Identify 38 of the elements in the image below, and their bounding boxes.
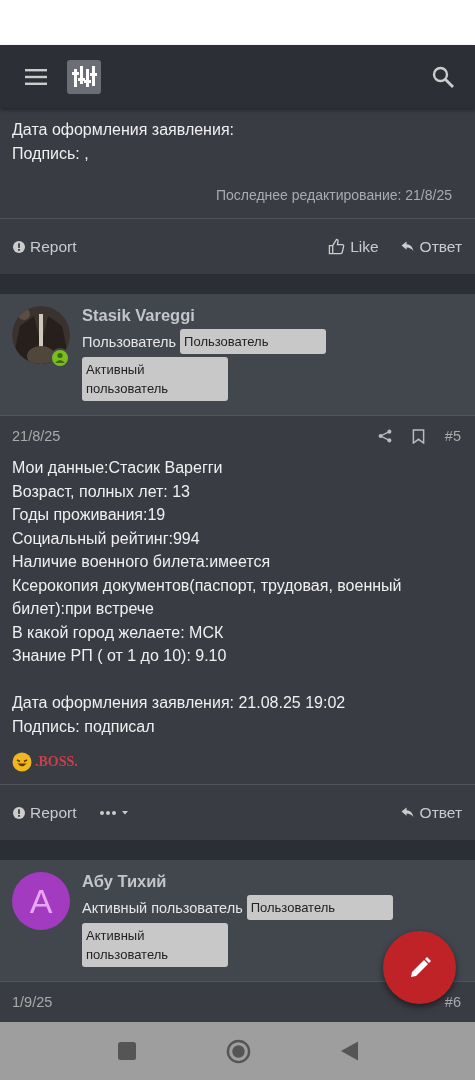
search-icon[interactable]: [431, 64, 455, 89]
user-banner: Пользователь: [246, 895, 393, 920]
alert-icon: [13, 806, 25, 819]
user-title: Пользователь: [82, 333, 177, 350]
like-link[interactable]: Like: [328, 237, 379, 256]
reply-link[interactable]: Ответ: [400, 237, 462, 256]
username-link[interactable]: Абу Тихий: [82, 872, 412, 891]
laughing-emoji-icon: [12, 752, 32, 772]
sliders-logo-icon[interactable]: [67, 59, 101, 94]
user-banner: Активный пользователь: [82, 357, 228, 401]
post-number-link[interactable]: #6: [444, 994, 461, 1010]
menu-icon[interactable]: [25, 68, 47, 85]
bookmark-icon[interactable]: [411, 428, 425, 444]
post-date[interactable]: 1/9/25: [12, 994, 53, 1010]
back-button-icon[interactable]: [340, 1041, 358, 1061]
reply-icon: [400, 241, 414, 252]
user-banner: Активный пользователь: [82, 923, 228, 967]
thumbs-up-icon: [328, 238, 346, 255]
report-link[interactable]: Report: [13, 803, 77, 822]
post-text: Дата оформления заявления: 21.08.25 19:02 Подпись: подписал: [11, 693, 347, 737]
home-button-icon[interactable]: [225, 1038, 251, 1064]
alert-icon: [13, 240, 25, 253]
signature: .BOSS.: [35, 754, 78, 770]
reply-link[interactable]: Ответ: [400, 803, 462, 822]
last-edited-note: Последнее редактирование: 21/8/25: [0, 165, 475, 219]
more-options-icon[interactable]: [98, 808, 129, 817]
post-text: Дата оформления заявления: Подпись: ,: [11, 120, 235, 164]
share-icon[interactable]: [377, 429, 392, 443]
recents-button-icon[interactable]: [117, 1042, 136, 1060]
post-number-link[interactable]: #5: [444, 428, 461, 444]
username-link[interactable]: Stasik Vareggi: [82, 306, 412, 325]
user-title: Активный пользователь: [82, 899, 243, 916]
post-text: Мои данные:Стасик Варегги Возраст, полных лет: 13 Годы проживания:19 Социальный рейтинг:994 Наличие военного билета:имеется Ксерокопия документов(паспорт, трудовая, военный билет):при встрече В какой город желаете: МСК Знание РП ( от 1 до 10): 9.10: [11, 458, 403, 666]
reply-icon: [400, 807, 414, 818]
user-banner: Пользователь: [180, 329, 327, 354]
avatar[interactable]: А: [12, 872, 70, 930]
report-link[interactable]: Report: [13, 237, 77, 256]
post-date[interactable]: 21/8/25: [12, 428, 61, 444]
